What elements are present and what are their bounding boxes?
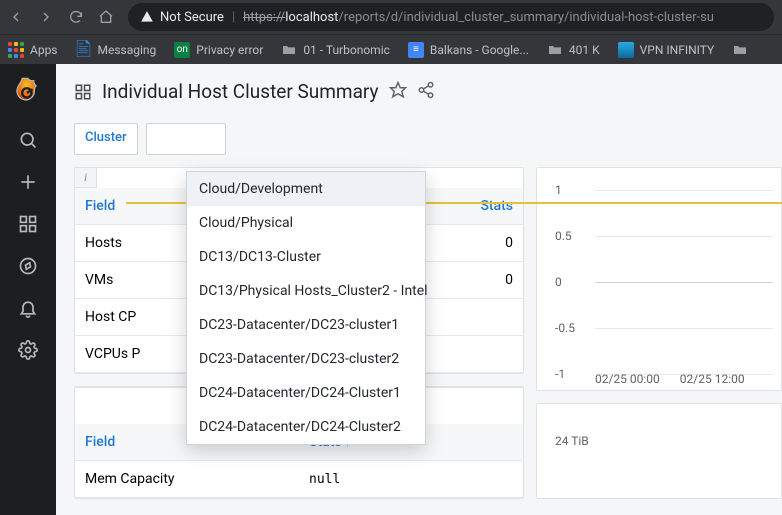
bookmark-folder-401k[interactable]: 401 K (547, 42, 600, 58)
dropdown-option[interactable]: DC23-Datacenter/DC23-cluster2 (187, 342, 425, 376)
y-tick: 0.5 (555, 229, 572, 243)
favorite-icon[interactable] (389, 81, 407, 103)
dropdown-option[interactable]: DC23-Datacenter/DC23-cluster1 (187, 308, 425, 342)
docs-icon: ≡ (408, 42, 424, 58)
grafana-logo[interactable] (14, 76, 42, 108)
panel-timeseries-chart: 1 0.5 0 -0.5 -1 02/25 00:00 (536, 167, 782, 391)
x-axis: 02/25 00:00 02/25 12:00 (595, 372, 773, 386)
alerts-icon[interactable] (18, 298, 38, 318)
bookmark-label: 01 - Turbonomic (303, 43, 390, 57)
reload-icon[interactable] (68, 9, 84, 25)
bookmark-vpn[interactable]: VPN INFINITY (618, 42, 715, 58)
bookmark-apps[interactable]: Apps (8, 42, 58, 58)
bookmark-label: VPN INFINITY (640, 43, 715, 57)
panel-info-icon[interactable]: i (75, 168, 97, 188)
bookmark-label: Balkans - Google... (430, 43, 529, 57)
x-tick: 02/25 00:00 (595, 372, 660, 386)
bookmark-folder-more[interactable] (732, 42, 748, 58)
dropdown-option[interactable]: DC13/DC13-Cluster (187, 240, 425, 274)
cluster-dropdown: Cloud/Development Cloud/Physical DC13/DC… (186, 171, 426, 445)
settings-icon[interactable] (18, 340, 38, 360)
bookmark-folder-turbonomic[interactable]: 01 - Turbonomic (281, 42, 390, 58)
line-chart: 1 0.5 0 -0.5 -1 02/25 00:00 (555, 182, 773, 382)
folder-icon (281, 42, 297, 58)
variable-input-cluster[interactable] (146, 123, 226, 155)
y-tick: 24 TiB (555, 434, 589, 448)
page-title: Individual Host Cluster Summary (102, 80, 379, 103)
create-icon[interactable] (18, 172, 38, 192)
forward-icon[interactable] (38, 9, 54, 25)
y-tick: 0 (555, 275, 562, 289)
not-secure-badge: Not Secure (140, 10, 224, 25)
folder-icon (732, 42, 748, 58)
explore-icon[interactable] (18, 256, 38, 276)
variable-label-cluster: Cluster (74, 123, 138, 155)
y-tick: -0.5 (555, 321, 575, 335)
bookmark-label: Messaging (98, 43, 157, 57)
bookmark-messaging[interactable]: Messaging (76, 42, 157, 58)
apps-grid-icon (8, 42, 24, 58)
not-secure-text: Not Secure (160, 10, 224, 25)
back-icon[interactable] (8, 9, 24, 25)
vpn-icon (618, 42, 634, 58)
url-separator: | (232, 10, 235, 25)
grafana-sidenav (0, 64, 56, 515)
bookmark-label: Privacy error (196, 43, 263, 57)
y-tick: -1 (555, 367, 565, 381)
panel-memory-chart: 24 TiB (536, 403, 782, 499)
home-icon[interactable] (98, 9, 114, 25)
browser-toolbar: Not Secure | https://localhost/reports/d… (0, 0, 782, 34)
dropdown-option[interactable]: DC24-Datacenter/DC24-Cluster1 (187, 376, 425, 410)
privacy-icon: on (174, 42, 190, 58)
dropdown-option[interactable]: Cloud/Physical (187, 206, 425, 240)
y-tick: 1 (555, 183, 562, 197)
folder-icon (547, 42, 563, 58)
bookmarks-bar: Apps Messaging on Privacy error 01 - Turb… (0, 34, 782, 64)
bookmark-label: 401 K (569, 43, 600, 57)
bookmark-balkans[interactable]: ≡ Balkans - Google... (408, 42, 529, 58)
bookmark-label: Apps (30, 43, 58, 57)
dashboard-grid-icon (74, 83, 92, 101)
dropdown-option[interactable]: Cloud/Development (187, 172, 425, 206)
dropdown-option[interactable]: DC13/Physical Hosts_Cluster2 - Intel (187, 274, 425, 308)
url-text: https://localhost/reports/d/individual_c… (243, 10, 714, 25)
dashboard-main: Individual Host Cluster Summary Cluster … (56, 64, 782, 515)
x-tick: 02/25 12:00 (680, 372, 745, 386)
search-icon[interactable] (18, 130, 38, 150)
url-bar[interactable]: Not Secure | https://localhost/reports/d… (128, 3, 774, 31)
dashboards-icon[interactable] (18, 214, 38, 234)
messaging-icon (76, 42, 92, 58)
bookmark-privacy-error[interactable]: on Privacy error (174, 42, 263, 58)
share-icon[interactable] (417, 81, 435, 103)
page-header: Individual Host Cluster Summary (56, 64, 782, 123)
template-variables-row: Cluster (56, 123, 782, 167)
dropdown-option[interactable]: DC24-Datacenter/DC24-Cluster2 (187, 410, 425, 444)
table-row: Mem Capacitynull (75, 461, 523, 498)
